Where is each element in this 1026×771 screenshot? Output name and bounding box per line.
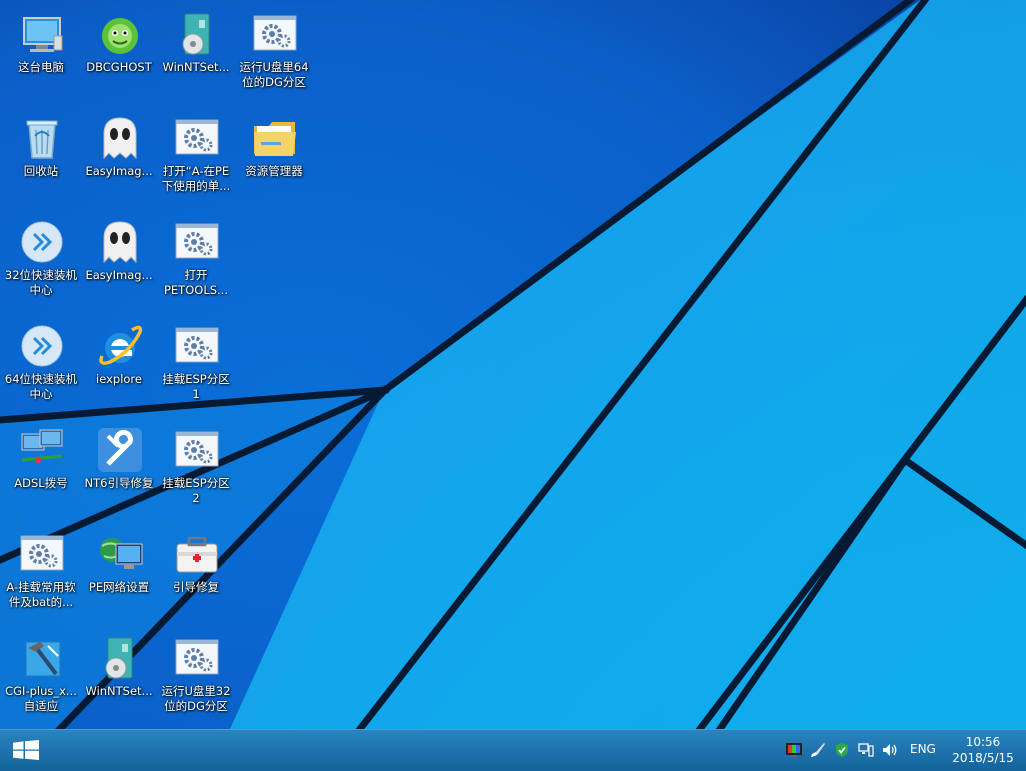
desktop-icon[interactable]: 这台电脑 [2, 0, 80, 96]
fast-install-icon [21, 221, 63, 263]
desktop-icon[interactable]: PE网络设置 [80, 520, 158, 616]
clock[interactable]: 10:56 2018/5/15 [944, 734, 1022, 766]
desktop-icon[interactable]: 运行U盘里64 位的DG分区 [235, 0, 313, 96]
desktop-icon-label: 打开 PETOOLS... [163, 268, 228, 297]
desktop-icon-label: PE网络设置 [88, 580, 150, 594]
desktop-icon-label: DBCGHOST [86, 60, 152, 74]
desktop-icon[interactable]: NT6引导修复 [80, 416, 158, 512]
settings-script-icon [175, 327, 219, 363]
desktop-icon-label: 64位快速装机 中心 [4, 372, 78, 401]
desktop-icon[interactable]: EasyImag... [80, 208, 158, 304]
desktop-icon-label: NT6引导修复 [84, 476, 154, 490]
setup-disc-icon [105, 637, 133, 679]
desktop-icon[interactable]: 挂载ESP分区 2 [157, 416, 235, 512]
desktop-icon-label: CGI-plus_x... 自适应 [5, 684, 77, 713]
input-language[interactable]: ENG [910, 742, 936, 756]
ghost-cabbage-icon [102, 18, 138, 54]
desktop-icon[interactable]: A-挂载常用软 件及bat的... [2, 520, 80, 616]
taskbar: ENG 10:56 2018/5/15 [0, 729, 1026, 771]
desktop-icon-label: 引导修复 [173, 580, 219, 594]
desktop-icon[interactable]: 挂载ESP分区 1 [157, 312, 235, 408]
clock-time: 10:56 [965, 735, 1001, 749]
volume-icon[interactable] [882, 742, 898, 758]
folder-icon [254, 122, 296, 156]
desktop-icon[interactable]: 32位快速装机 中心 [2, 208, 80, 304]
desktop-icon-label: WinNTSet... [85, 684, 153, 698]
ghost-icon [103, 221, 137, 264]
start-button[interactable] [0, 730, 50, 771]
network-icon[interactable] [858, 742, 874, 758]
desktop-icon[interactable]: CGI-plus_x... 自适应 [2, 624, 80, 720]
desktop-icon[interactable]: 资源管理器 [235, 104, 313, 200]
network-globe-icon [100, 538, 143, 569]
settings-script-icon [253, 15, 297, 51]
desktop-icon[interactable]: EasyImag... [80, 104, 158, 200]
settings-script-icon [175, 119, 219, 155]
brush-icon[interactable] [810, 742, 826, 758]
desktop-icon-label: 回收站 [23, 164, 59, 178]
desktop-icon-label: 运行U盘里64 位的DG分区 [239, 60, 309, 89]
desktop-icon-label: 32位快速装机 中心 [4, 268, 78, 297]
wrench-icon [98, 428, 142, 472]
desktop-icon-label: 资源管理器 [245, 164, 303, 178]
desktop-icon-label: WinNTSet... [162, 60, 230, 74]
desktop-icon-label: A-挂载常用软 件及bat的... [6, 580, 76, 609]
settings-script-icon [175, 223, 219, 259]
settings-script-icon [175, 639, 219, 675]
computer-icon [23, 17, 63, 52]
network-dial-icon [21, 429, 63, 463]
desktop-icon[interactable]: iexplore [80, 312, 158, 408]
desktop-icon[interactable]: 打开“A-在PE 下使用的单... [157, 104, 235, 200]
desktop-icon-label: ADSL拨号 [14, 476, 68, 490]
desktop-icon-label: 打开“A-在PE 下使用的单... [161, 164, 231, 193]
desktop-icon-label: EasyImag... [85, 164, 153, 178]
internet-explorer-icon [99, 325, 143, 365]
recycle-bin-icon [26, 120, 58, 159]
desktop-icon-label: 挂载ESP分区 1 [162, 372, 230, 401]
desktop-icon[interactable]: ADSL拨号 [2, 416, 80, 512]
setup-disc-icon [182, 13, 210, 55]
desktop-icon-label: 挂载ESP分区 2 [162, 476, 230, 505]
settings-script-icon [20, 535, 64, 571]
hammer-tool-icon [25, 641, 61, 677]
desktop-icon-label: 运行U盘里32 位的DG分区 [161, 684, 231, 713]
desktop-icon-label: EasyImag... [85, 268, 153, 282]
desktop-icon[interactable]: 运行U盘里32 位的DG分区 [157, 624, 235, 720]
desktop-icon[interactable]: DBCGHOST [80, 0, 158, 96]
desktop-icon[interactable]: 回收站 [2, 104, 80, 200]
desktop-icon[interactable]: 打开 PETOOLS... [157, 208, 235, 304]
desktop-icon-label: iexplore [96, 372, 142, 386]
fast-install-icon [21, 325, 63, 367]
color-display-icon[interactable] [786, 742, 802, 758]
shield-check-icon[interactable] [834, 742, 850, 758]
desktop-icon[interactable]: WinNTSet... [157, 0, 235, 96]
windows-logo-icon [13, 740, 39, 760]
desktop-icon[interactable]: 64位快速装机 中心 [2, 312, 80, 408]
ghost-icon [103, 117, 137, 160]
first-aid-kit-icon [176, 536, 218, 573]
settings-script-icon [175, 431, 219, 467]
desktop-icon[interactable]: 引导修复 [157, 520, 235, 616]
desktop-icon[interactable]: WinNTSet... [80, 624, 158, 720]
desktop-icon-label: 这台电脑 [18, 60, 64, 74]
desktop: 这台电脑 DBCGHOST WinNTSet... 运行U盘里64 位的DG分区回收站… [0, 0, 1026, 729]
clock-date: 2018/5/15 [952, 751, 1014, 765]
